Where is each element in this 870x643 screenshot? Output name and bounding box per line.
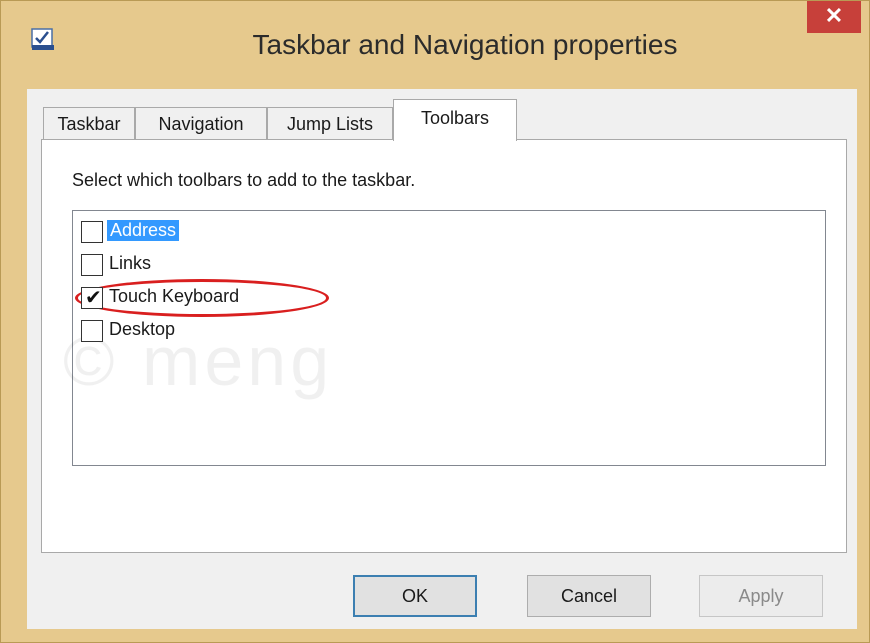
properties-dialog: Taskbar and Navigation properties ✕ Task… <box>0 0 870 643</box>
cancel-button[interactable]: Cancel <box>527 575 651 617</box>
list-item-label: Address <box>107 220 180 241</box>
tab-navigation[interactable]: Navigation <box>135 107 267 139</box>
title-bar[interactable]: Taskbar and Navigation properties ✕ <box>1 1 869 87</box>
links-checkbox[interactable] <box>81 254 103 276</box>
list-item-label: Links <box>109 253 152 273</box>
list-item-label: Touch Keyboard <box>109 286 240 306</box>
close-button[interactable]: ✕ <box>807 1 861 33</box>
tab-taskbar[interactable]: Taskbar <box>43 107 135 139</box>
toolbars-instruction: Select which toolbars to add to the task… <box>72 170 416 190</box>
list-item-desktop[interactable]: Desktop <box>81 316 381 346</box>
close-icon: ✕ <box>824 3 844 28</box>
tab-toolbars[interactable]: Toolbars <box>393 99 517 141</box>
window-title: Taskbar and Navigation properties <box>252 29 678 60</box>
desktop-checkbox[interactable] <box>81 320 103 342</box>
address-checkbox[interactable] <box>81 221 103 243</box>
list-item-links[interactable]: Links <box>81 250 381 280</box>
list-item-address[interactable]: Address <box>81 217 381 247</box>
toolbars-list[interactable]: © meng Address Links ✔ Touch Keyboard De… <box>63 210 826 466</box>
ok-button[interactable]: OK <box>353 575 477 617</box>
apply-button[interactable]: Apply <box>699 575 823 617</box>
list-item-touch-keyboard[interactable]: ✔ Touch Keyboard <box>75 279 381 317</box>
dialog-client-area: Taskbar Navigation Jump Lists Toolbars S… <box>27 89 857 629</box>
toolbars-tab-panel: Select which toolbars to add to the task… <box>41 139 847 553</box>
tab-jump-lists[interactable]: Jump Lists <box>267 107 393 139</box>
checkmark-icon: ✔ <box>85 287 102 309</box>
taskbar-properties-icon <box>31 28 54 50</box>
list-item-label: Desktop <box>109 319 176 339</box>
touch-keyboard-checkbox[interactable]: ✔ <box>81 287 103 309</box>
